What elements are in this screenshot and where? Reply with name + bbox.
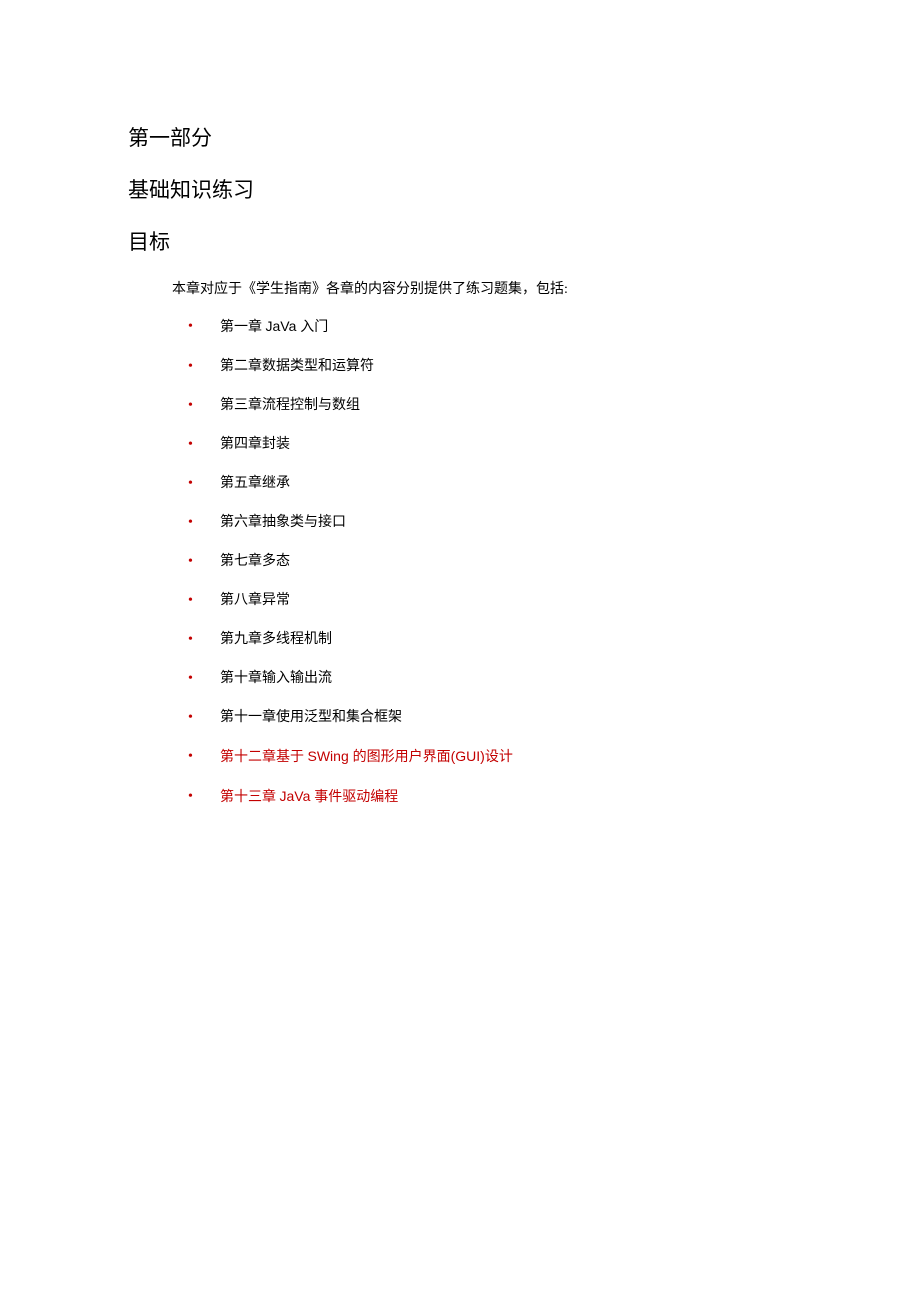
chapter-text-segment: 第十章输入输出流 (220, 671, 332, 686)
list-item: 第十一章使用泛型和集合框架 (188, 707, 920, 728)
chapter-text-segment: 第三章流程控制与数组 (220, 398, 360, 413)
chapter-text-segment: (GUI) (451, 748, 485, 764)
list-item: 第十章输入输出流 (188, 668, 920, 689)
chapter-text-segment: 第四章封装 (220, 437, 290, 452)
part-heading: 第一部分 (128, 122, 920, 152)
chapter-text-segment: 第二章数据类型和运算符 (220, 359, 374, 374)
chapter-text-segment: 第七章多态 (220, 554, 290, 569)
list-item: 第九章多线程机制 (188, 629, 920, 650)
chapter-text-segment: 第八章异常 (220, 593, 290, 608)
chapter-text-segment: 第六章抽象类与接口 (220, 515, 346, 530)
chapter-text-segment: 第十二章基于 (220, 750, 308, 765)
chapter-text-segment: 第十三章 (220, 790, 280, 805)
chapter-list: 第一章 JaVa 入门第二章数据类型和运算符第三章流程控制与数组第四章封装第五章… (188, 316, 920, 808)
list-item: 第三章流程控制与数组 (188, 395, 920, 416)
chapter-text-segment: JaVa (266, 318, 301, 334)
list-item: 第七章多态 (188, 551, 920, 572)
intro-text: 本章对应于《学生指南》各章的内容分别提供了练习题集，包括: (172, 278, 920, 298)
chapter-text-segment: 设计 (485, 750, 513, 765)
chapter-text-segment: 的图形用户界面 (353, 750, 451, 765)
chapter-text-segment: 事件驱动编程 (314, 790, 398, 805)
list-item: 第五章继承 (188, 473, 920, 494)
chapter-text-segment: 入门 (300, 320, 328, 335)
chapter-text-segment: JaVa (280, 788, 315, 804)
list-item: 第八章异常 (188, 590, 920, 611)
goal-heading: 目标 (128, 226, 920, 256)
list-item: 第二章数据类型和运算符 (188, 356, 920, 377)
list-item: 第四章封装 (188, 434, 920, 455)
list-item: 第十三章 JaVa 事件驱动编程 (188, 786, 920, 808)
list-item: 第六章抽象类与接口 (188, 512, 920, 533)
subtitle-heading: 基础知识练习 (128, 174, 920, 204)
list-item: 第一章 JaVa 入门 (188, 316, 920, 338)
chapter-text-segment: 第九章多线程机制 (220, 632, 332, 647)
chapter-text-segment: 第十一章使用泛型和集合框架 (220, 710, 402, 725)
chapter-text-segment: 第五章继承 (220, 476, 290, 491)
chapter-text-segment: 第一章 (220, 320, 266, 335)
list-item: 第十二章基于 SWing 的图形用户界面(GUI)设计 (188, 746, 920, 768)
chapter-text-segment: SWing (308, 748, 353, 764)
